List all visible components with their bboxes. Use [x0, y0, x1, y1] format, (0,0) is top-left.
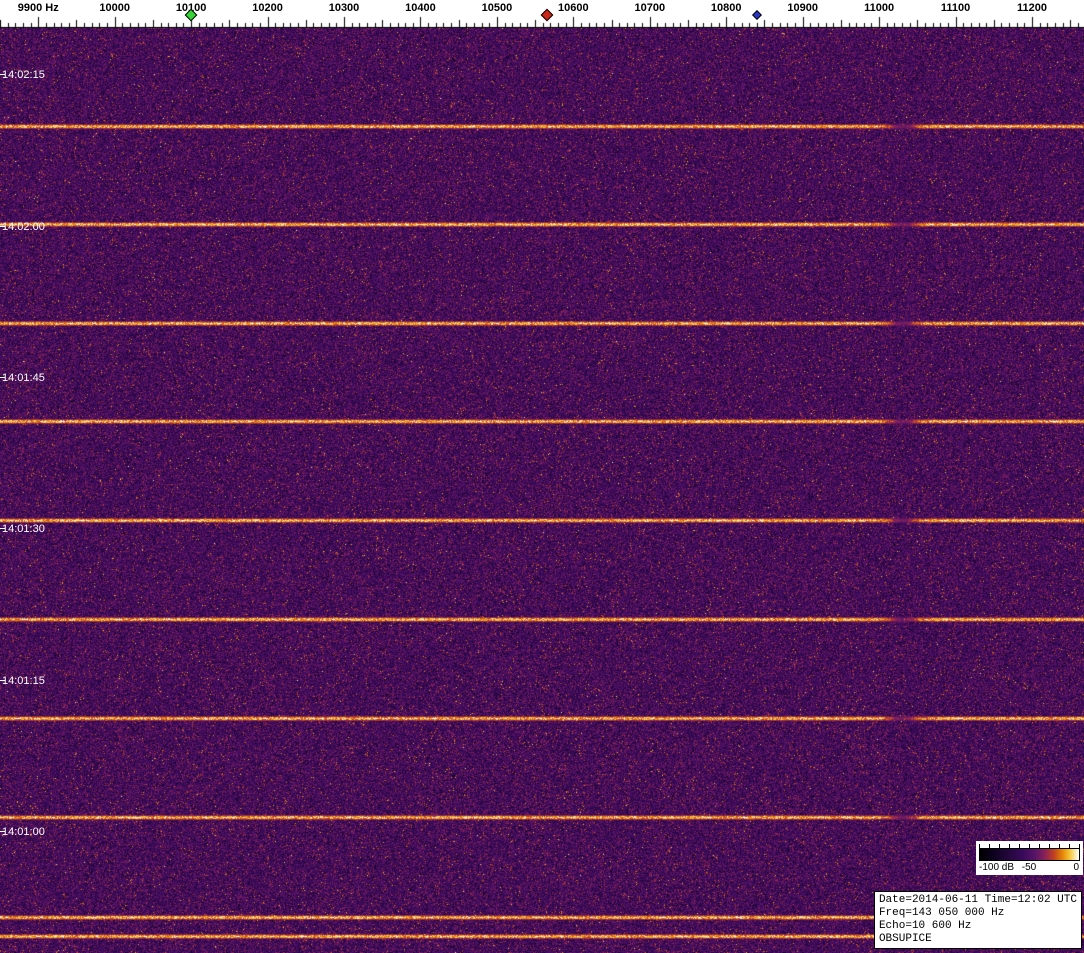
time-label: 14:01:45	[2, 372, 45, 385]
freq-tick-label: 10900	[787, 2, 818, 14]
info-line-echo: Echo=10 600 Hz	[878, 920, 972, 932]
time-label: 14:01:15	[2, 674, 45, 687]
spectrogram-canvas	[0, 28, 1084, 953]
time-label: 14:02:00	[2, 220, 45, 233]
legend-tick-row	[979, 843, 1080, 848]
freq-tick-label: 10400	[405, 2, 436, 14]
info-line-date: Date=2014-06-11 Time=12:02 UTC	[878, 894, 1077, 906]
info-box: Date=2014-06-11 Time=12:02 UTC Freq=143 …	[873, 891, 1082, 949]
freq-tick-label: 10500	[481, 2, 513, 14]
freq-tick-label: 10000	[99, 2, 130, 14]
legend-tick	[1039, 844, 1040, 848]
legend-scale-labels: -100 dB -50 0	[979, 861, 1080, 874]
legend-tick	[999, 844, 1000, 848]
legend-tick	[1019, 844, 1020, 848]
freq-tick-label: 11000	[864, 2, 895, 14]
legend-tick	[1009, 844, 1010, 848]
legend-tick	[979, 844, 980, 848]
info-line-freq: Freq=143 050 000 Hz	[878, 907, 1005, 919]
legend-label: -100 dB	[979, 862, 1015, 873]
frequency-ruler: 9900 Hz100001010010200103001040010500106…	[0, 0, 1084, 28]
spectrogram-app: 9900 Hz100001010010200103001040010500106…	[0, 0, 1084, 953]
legend-tick	[1069, 844, 1070, 848]
freq-tick-label: 10300	[328, 2, 360, 14]
info-line-station: OBSUPICE	[878, 933, 932, 945]
legend-tick	[1079, 844, 1080, 848]
legend-tick	[1059, 844, 1060, 848]
legend-tick	[1049, 844, 1050, 848]
freq-tick-label: 11100	[940, 2, 971, 14]
legend-tick	[989, 844, 990, 848]
freq-tick-label: 10700	[634, 2, 666, 14]
time-label: 14:01:00	[2, 825, 45, 838]
time-label: 14:01:30	[2, 523, 45, 536]
freq-tick-label: 10800	[710, 2, 742, 14]
legend-tick	[1029, 844, 1030, 848]
freq-tick-label: 10600	[558, 2, 589, 14]
time-label: 14:02:15	[2, 69, 45, 82]
freq-tick-label: 10200	[252, 2, 283, 14]
freq-tick-label: 9900 Hz	[17, 2, 59, 14]
legend-label: -50	[1021, 862, 1037, 873]
freq-tick-label: 11200	[1017, 2, 1048, 14]
legend-label: 0	[1073, 862, 1079, 873]
intensity-legend: -100 dB -50 0	[976, 841, 1083, 875]
legend-gradient-bar	[979, 848, 1080, 861]
